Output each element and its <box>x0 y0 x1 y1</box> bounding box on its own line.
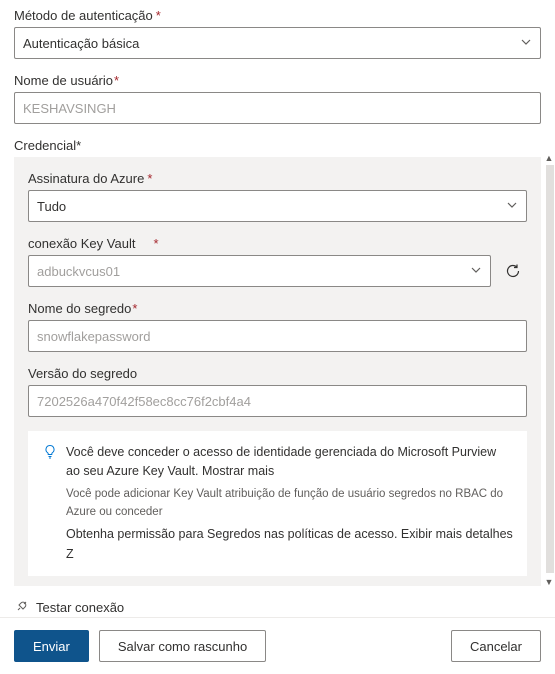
info-text-2: Você pode adicionar Key Vault atribuição… <box>66 486 513 522</box>
auth-method-label: Método de autenticação* <box>14 8 541 23</box>
scrollbar-thumb[interactable] <box>546 165 554 573</box>
secret-name-label: Nome do segredo* <box>28 301 527 316</box>
save-draft-button[interactable]: Salvar como rascunho <box>99 630 266 662</box>
info-text-3: Obtenha permissão para Segredos nas polí… <box>66 525 513 564</box>
secret-name-input[interactable] <box>28 320 527 352</box>
cancel-button[interactable]: Cancelar <box>451 630 541 662</box>
test-connection-link[interactable]: Testar conexão <box>36 600 124 612</box>
keyvault-select[interactable]: adbuckvcus01 <box>28 255 491 287</box>
subscription-select[interactable]: Tudo <box>28 190 527 222</box>
auth-method-select[interactable]: Autenticação básica <box>14 27 541 59</box>
plug-icon <box>14 598 30 612</box>
subscription-label: Assinatura do Azure* <box>28 171 527 186</box>
credential-label: Credencial* <box>14 138 541 153</box>
username-input[interactable] <box>14 92 541 124</box>
username-label: Nome de usuário* <box>14 73 541 88</box>
refresh-icon <box>505 263 521 279</box>
chevron-down-icon <box>520 36 532 51</box>
auth-method-value: Autenticação básica <box>23 36 520 51</box>
refresh-button[interactable] <box>499 257 527 285</box>
secret-version-label: Versão do segredo <box>28 366 527 381</box>
info-box: Você deve conceder o acesso de identidad… <box>28 431 527 576</box>
chevron-down-icon <box>470 264 482 279</box>
lightbulb-icon <box>42 444 58 466</box>
secret-version-input[interactable] <box>28 385 527 417</box>
scroll-up-icon[interactable]: ▲ <box>543 152 555 164</box>
chevron-down-icon <box>506 199 518 214</box>
credential-section: Assinatura do Azure* Tudo conexão Key Va… <box>14 157 541 586</box>
footer: Enviar Salvar como rascunho Cancelar <box>0 617 555 674</box>
scroll-down-icon[interactable]: ▼ <box>543 576 555 588</box>
keyvault-value: adbuckvcus01 <box>37 264 470 279</box>
info-text-1: Você deve conceder o acesso de identidad… <box>66 443 513 482</box>
keyvault-label: conexão Key Vault* <box>28 236 527 251</box>
subscription-value: Tudo <box>37 199 506 214</box>
submit-button[interactable]: Enviar <box>14 630 89 662</box>
